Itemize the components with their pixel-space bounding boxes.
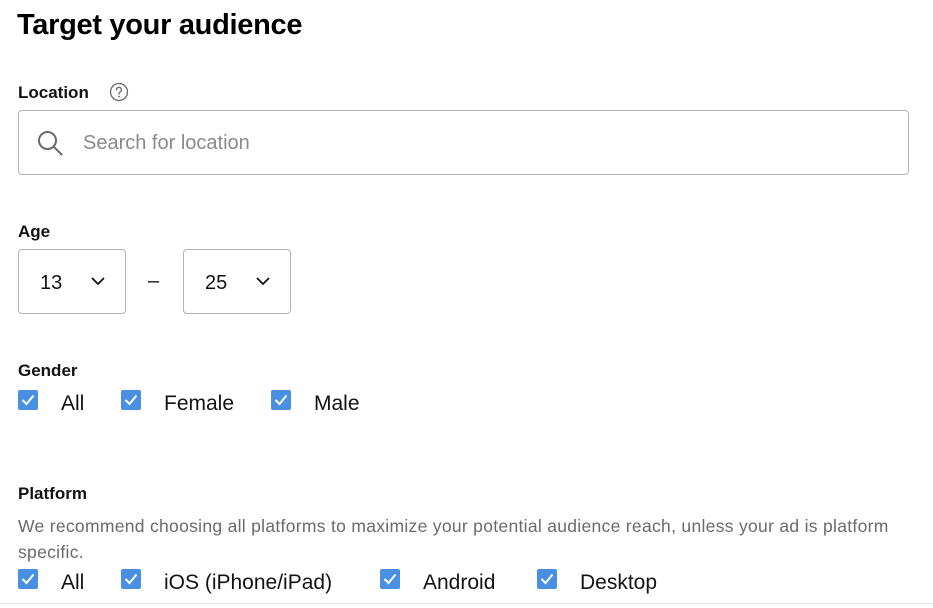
platform-ios-checkbox[interactable]: [121, 569, 141, 589]
gender-all-label[interactable]: All: [61, 392, 84, 416]
age-range-separator: –: [148, 270, 160, 292]
check-icon: [21, 394, 35, 406]
check-icon: [540, 573, 554, 585]
platform-all-checkbox[interactable]: [18, 569, 38, 589]
platform-label: Platform: [18, 484, 87, 503]
gender-female-label[interactable]: Female: [164, 392, 234, 416]
search-icon: [38, 131, 63, 156]
age-max-select[interactable]: 25: [183, 249, 291, 314]
age-min-select[interactable]: 13: [18, 249, 126, 314]
chevron-down-icon: [256, 277, 270, 286]
gender-label: Gender: [18, 361, 78, 380]
platform-desktop-checkbox[interactable]: [537, 569, 557, 589]
platform-desktop-label[interactable]: Desktop: [580, 571, 657, 595]
platform-android-label[interactable]: Android: [423, 571, 495, 595]
age-min-value: 13: [40, 272, 63, 294]
platform-all-label[interactable]: All: [61, 571, 84, 595]
platform-ios-label[interactable]: iOS (iPhone/iPad): [164, 571, 332, 595]
location-search-box[interactable]: [18, 110, 909, 175]
platform-note: We recommend choosing all platforms to m…: [18, 516, 889, 562]
divider: [0, 603, 933, 604]
check-icon: [124, 573, 138, 585]
age-label: Age: [18, 222, 51, 241]
platform-android-checkbox[interactable]: [380, 569, 400, 589]
check-icon: [383, 573, 397, 585]
gender-female-checkbox[interactable]: [121, 390, 141, 410]
gender-male-label[interactable]: Male: [314, 392, 360, 416]
gender-all-checkbox[interactable]: [18, 390, 38, 410]
chevron-down-icon: [91, 277, 105, 286]
check-icon: [124, 394, 138, 406]
page-title: Target your audience: [17, 9, 303, 41]
help-icon[interactable]: [109, 82, 129, 102]
gender-male-checkbox[interactable]: [271, 390, 291, 410]
age-max-value: 25: [205, 272, 228, 294]
location-label: Location: [18, 83, 89, 102]
check-icon: [21, 573, 35, 585]
check-icon: [274, 394, 288, 406]
location-search-input[interactable]: [83, 125, 883, 161]
